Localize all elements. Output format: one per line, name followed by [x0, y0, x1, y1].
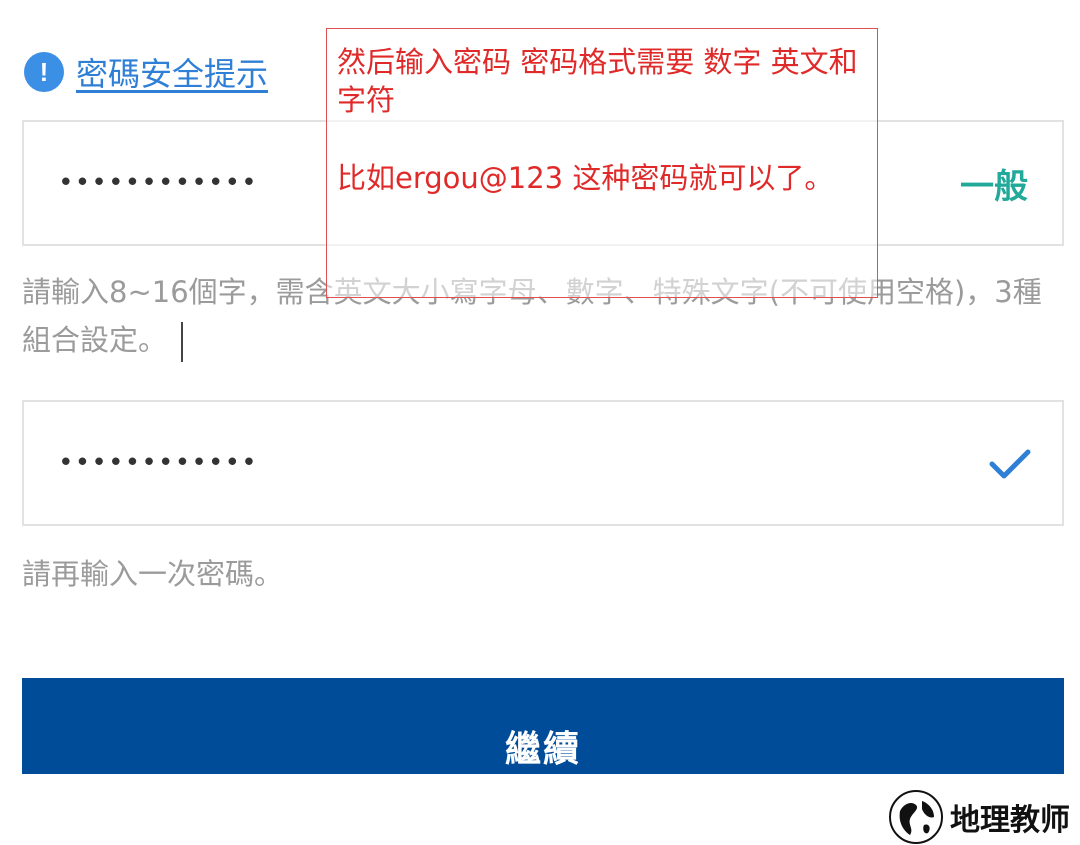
text-caret: [181, 322, 184, 362]
checkmark-icon: [989, 449, 1031, 479]
annotation-box: 然后输入密码 密码格式需要 数字 英文和字符 比如ergou@123 这种密码就…: [326, 28, 878, 298]
confirm-hint: 請再輸入一次密碼。: [22, 557, 284, 591]
confirm-masked-value: ••••••••••••: [58, 448, 258, 478]
password-tip-link[interactable]: 密碼安全提示: [76, 49, 268, 95]
annotation-line-1: 然后输入密码 密码格式需要 数字 英文和字符: [337, 45, 858, 117]
watermark: 地理教师: [888, 790, 1070, 844]
password-security-tip[interactable]: ! 密碼安全提示: [24, 50, 268, 94]
password-masked-value: ••••••••••••: [58, 168, 258, 198]
exclamation-icon: !: [24, 52, 64, 92]
continue-button[interactable]: 繼續: [22, 678, 1064, 774]
confirm-password-input[interactable]: ••••••••••••: [22, 400, 1064, 526]
annotation-line-2: 比如ergou@123 这种密码就可以了。: [337, 161, 834, 195]
watermark-text: 地理教师: [950, 803, 1070, 838]
globe-logo-icon: [889, 790, 943, 844]
password-strength-label: 一般: [960, 166, 1028, 207]
